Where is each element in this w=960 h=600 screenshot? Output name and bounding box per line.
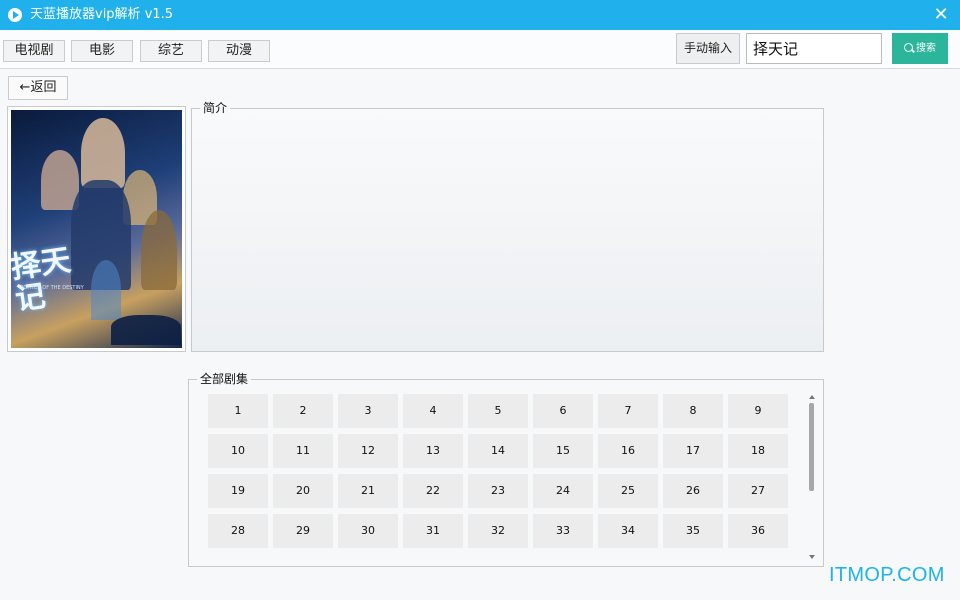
- scroll-down-arrow-icon[interactable]: [809, 555, 815, 559]
- episode-button[interactable]: 29: [273, 514, 333, 548]
- intro-label: 简介: [200, 101, 231, 115]
- episode-button[interactable]: 15: [533, 434, 593, 468]
- episode-button[interactable]: 36: [728, 514, 788, 548]
- scroll-thumb[interactable]: [809, 403, 814, 491]
- nav-bar: 电视剧 电影 综艺 动漫 手动输入 搜索: [0, 30, 960, 69]
- episode-button[interactable]: 26: [663, 474, 723, 508]
- poster-frame: 择天记 FIGHTER OF THE DESTINY: [7, 106, 186, 352]
- episode-button[interactable]: 8: [663, 394, 723, 428]
- episode-button[interactable]: 1: [208, 394, 268, 428]
- episode-button[interactable]: 32: [468, 514, 528, 548]
- episode-button[interactable]: 22: [403, 474, 463, 508]
- episode-button[interactable]: 14: [468, 434, 528, 468]
- episode-button[interactable]: 24: [533, 474, 593, 508]
- episode-button[interactable]: 19: [208, 474, 268, 508]
- back-button[interactable]: ←返回: [8, 76, 68, 100]
- episode-button[interactable]: 7: [598, 394, 658, 428]
- episode-button[interactable]: 20: [273, 474, 333, 508]
- search-button[interactable]: 搜索: [892, 33, 948, 64]
- search-input[interactable]: [746, 33, 882, 64]
- episodes-panel: 全部剧集 1 2 3 4 5 6 7 8 9 10 11 12 13 14 15 16 17 18 19 20 21 22…: [188, 372, 824, 567]
- episode-button[interactable]: 13: [403, 434, 463, 468]
- episode-button[interactable]: 34: [598, 514, 658, 548]
- episode-button[interactable]: 2: [273, 394, 333, 428]
- episode-button[interactable]: 25: [598, 474, 658, 508]
- tab-variety[interactable]: 综艺: [140, 40, 202, 62]
- episode-button[interactable]: 18: [728, 434, 788, 468]
- episode-button[interactable]: 17: [663, 434, 723, 468]
- episodes-label: 全部剧集: [197, 372, 252, 386]
- poster-title-art: 择天记: [11, 242, 73, 318]
- episode-button[interactable]: 11: [273, 434, 333, 468]
- episode-button[interactable]: 28: [208, 514, 268, 548]
- episode-button[interactable]: 21: [338, 474, 398, 508]
- episode-button[interactable]: 12: [338, 434, 398, 468]
- episode-button[interactable]: 9: [728, 394, 788, 428]
- episode-button[interactable]: 35: [663, 514, 723, 548]
- manual-input-button[interactable]: 手动输入: [676, 33, 740, 64]
- episode-button[interactable]: 23: [468, 474, 528, 508]
- tab-tv-series[interactable]: 电视剧: [3, 40, 65, 62]
- search-icon: [904, 43, 913, 52]
- intro-panel: 简介: [191, 101, 824, 352]
- episode-button[interactable]: 10: [208, 434, 268, 468]
- episode-button[interactable]: 6: [533, 394, 593, 428]
- episode-button[interactable]: 4: [403, 394, 463, 428]
- episode-button[interactable]: 30: [338, 514, 398, 548]
- episode-button[interactable]: 31: [403, 514, 463, 548]
- search-button-label: 搜索: [916, 43, 936, 54]
- poster-image: 择天记 FIGHTER OF THE DESTINY: [11, 110, 182, 348]
- episode-button[interactable]: 16: [598, 434, 658, 468]
- episode-button[interactable]: 27: [728, 474, 788, 508]
- episode-button[interactable]: 3: [338, 394, 398, 428]
- tab-movies[interactable]: 电影: [71, 40, 133, 62]
- title-bar: 天蓝播放器vip解析 v1.5 ✕: [0, 0, 960, 30]
- tab-anime[interactable]: 动漫: [208, 40, 270, 62]
- episode-button[interactable]: 33: [533, 514, 593, 548]
- play-icon: [8, 8, 22, 22]
- episode-scrollbar[interactable]: [808, 393, 816, 561]
- poster-subtitle-art: FIGHTER OF THE DESTINY: [19, 285, 84, 291]
- watermark: ITMOP.COM: [829, 564, 945, 586]
- episode-button[interactable]: 5: [468, 394, 528, 428]
- close-button[interactable]: ✕: [930, 3, 952, 27]
- scroll-up-arrow-icon[interactable]: [809, 395, 815, 399]
- window-title: 天蓝播放器vip解析 v1.5: [30, 7, 174, 22]
